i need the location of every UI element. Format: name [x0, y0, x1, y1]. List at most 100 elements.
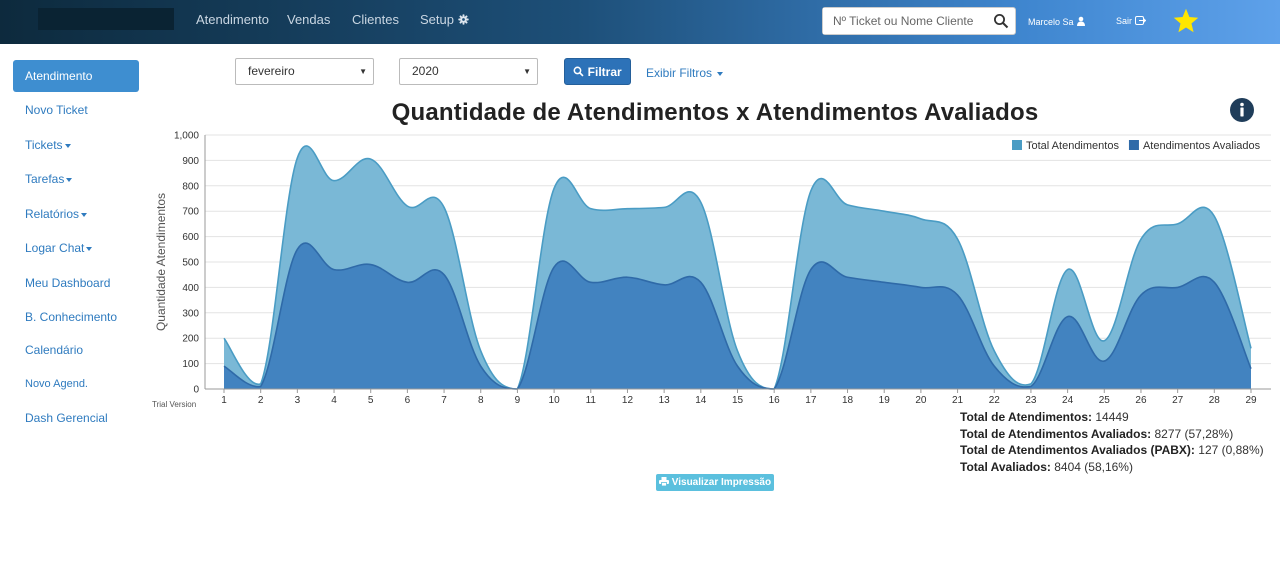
x-tick-label: 19: [879, 395, 891, 406]
y-axis-label: Quantidade Atendimentos: [154, 193, 168, 331]
sidebar-item-meu-dashboard[interactable]: Meu Dashboard: [13, 267, 139, 299]
x-tick-label: 28: [1209, 395, 1221, 406]
user-icon: [1077, 16, 1086, 26]
sidebar-item-logar-chat[interactable]: Logar Chat: [13, 232, 139, 264]
legend-label-1: Atendimentos Avaliados: [1143, 140, 1261, 152]
y-tick-label: 100: [182, 359, 199, 370]
caret-down-icon: [66, 177, 73, 182]
sidebar-item-label: Logar Chat: [25, 241, 85, 255]
nav-setup-label: Setup: [420, 12, 454, 27]
legend-swatch-1: [1128, 140, 1139, 150]
x-tick-label: 15: [732, 395, 744, 406]
caret-down-icon: [64, 143, 71, 148]
logout-label: Sair: [1116, 16, 1133, 26]
sidebar-item-label: Novo Ticket: [25, 103, 88, 117]
sidebar-item-label: Meu Dashboard: [25, 276, 111, 290]
nav-vendas[interactable]: Vendas: [287, 12, 330, 27]
sidebar-item-label: Calendário: [25, 343, 84, 357]
y-tick-label: 900: [182, 156, 199, 167]
y-tick-label: 500: [182, 258, 199, 269]
x-tick-label: 8: [478, 395, 484, 406]
filter-button-label: Filtrar: [587, 65, 622, 79]
print-preview-button[interactable]: Visualizar Impressão: [656, 474, 774, 491]
user-name: Marcelo Sa: [1028, 17, 1074, 27]
top-navbar: Atendimento Vendas Clientes Setup Marcel…: [0, 0, 1280, 44]
search-input[interactable]: [823, 8, 983, 34]
logout-link[interactable]: Sair: [1116, 16, 1146, 26]
sidebar-item-label: Relatórios: [25, 207, 80, 221]
trial-watermark: Trial Version: [152, 400, 196, 409]
sidebar-item-dash-gerencial[interactable]: Dash Gerencial: [13, 402, 139, 434]
sidebar-item-conhecimento[interactable]: B. Conhecimento: [13, 301, 139, 333]
y-tick-label: 600: [182, 232, 199, 243]
year-select[interactable]: 2020 ▼: [399, 58, 538, 85]
x-tick-label: 21: [952, 395, 964, 406]
total-avaliados: Total de Atendimentos Avaliados: 8277 (5…: [960, 426, 1234, 441]
user-menu[interactable]: Marcelo Sa: [1028, 16, 1086, 27]
sidebar-item-novo-agend[interactable]: Novo Agend.: [13, 368, 139, 400]
caret-down-icon: [86, 246, 93, 251]
x-tick-label: 6: [405, 395, 411, 406]
x-tick-label: 25: [1099, 395, 1111, 406]
x-tick-label: 16: [769, 395, 781, 406]
search-icon[interactable]: [993, 13, 1009, 29]
x-tick-label: 20: [915, 395, 927, 406]
month-select-value: fevereiro: [248, 64, 295, 78]
y-tick-label: 700: [182, 207, 199, 218]
caret-down-icon: [717, 71, 724, 76]
sidebar-item-label: Atendimento: [25, 69, 93, 83]
sidebar-item-calendario[interactable]: Calendário: [13, 334, 139, 366]
ticket-search: [822, 7, 1016, 35]
nav-setup[interactable]: Setup: [420, 12, 469, 27]
sidebar-item-tickets[interactable]: Tickets: [13, 129, 139, 161]
y-tick-label: 0: [193, 385, 199, 396]
chart-title: Quantidade de Atendimentos x Atendimento…: [391, 99, 1039, 126]
sidebar-item-atendimento[interactable]: Atendimento: [13, 60, 139, 92]
nav-atendimento[interactable]: Atendimento: [196, 12, 269, 27]
x-tick-label: 14: [695, 395, 707, 406]
x-tick-label: 5: [368, 395, 374, 406]
star-icon[interactable]: [1172, 7, 1200, 35]
total-avaliados-pabx: Total de Atendimentos Avaliados (PABX): …: [960, 443, 1264, 457]
show-filters-toggle[interactable]: Exibir Filtros: [646, 66, 724, 80]
gear-icon: [457, 14, 469, 25]
filter-button[interactable]: Filtrar: [564, 58, 631, 85]
x-tick-label: 17: [805, 395, 817, 406]
dropdown-arrow-icon: ▼: [359, 67, 367, 76]
total-geral-avaliados: Total Avaliados: 8404 (58,16%): [960, 459, 1133, 474]
month-select[interactable]: fevereiro ▼: [235, 58, 374, 85]
nav-clientes[interactable]: Clientes: [352, 12, 399, 27]
info-icon[interactable]: [1230, 98, 1254, 122]
x-tick-label: 4: [331, 395, 337, 406]
sidebar-item-novo-ticket[interactable]: Novo Ticket: [13, 94, 139, 126]
show-filters-label: Exibir Filtros: [646, 66, 713, 80]
x-tick-label: 3: [295, 395, 301, 406]
x-tick-label: 2: [258, 395, 264, 406]
y-tick-label: 1,000: [174, 131, 199, 142]
totals-summary: Total de Atendimentos: 14449 Total de At…: [960, 409, 1264, 475]
sidebar-item-label: Tickets: [25, 138, 63, 152]
year-select-value: 2020: [412, 64, 439, 78]
sidebar-item-label: Novo Agend.: [25, 378, 88, 390]
chart-legend: Total Atendimentos Atendimentos Avaliados: [1012, 140, 1261, 152]
legend-swatch-0: [1012, 140, 1022, 150]
sidebar-item-label: Dash Gerencial: [25, 411, 108, 425]
y-tick-label: 300: [182, 308, 199, 319]
sidebar-item-relatorios[interactable]: Relatórios: [13, 198, 139, 230]
x-tick-label: 26: [1135, 395, 1147, 406]
x-tick-label: 29: [1245, 395, 1257, 406]
y-tick-label: 200: [182, 334, 199, 345]
x-tick-label: 22: [989, 395, 1001, 406]
x-tick-label: 27: [1172, 395, 1184, 406]
sidebar-item-label: B. Conhecimento: [25, 310, 118, 324]
area-chart: 01002003004005006007008009001,0001 2 3 4 5 6 7…: [152, 131, 1271, 409]
logout-icon: [1134, 16, 1146, 25]
print-icon: [658, 477, 669, 487]
y-tick-label: 800: [182, 181, 199, 192]
caret-down-icon: [81, 212, 88, 217]
search-icon: [573, 66, 584, 77]
sidebar-item-tarefas[interactable]: Tarefas: [13, 163, 139, 195]
logo[interactable]: [38, 8, 174, 30]
x-tick-label: 24: [1062, 395, 1074, 406]
y-tick-label: 400: [182, 283, 199, 294]
